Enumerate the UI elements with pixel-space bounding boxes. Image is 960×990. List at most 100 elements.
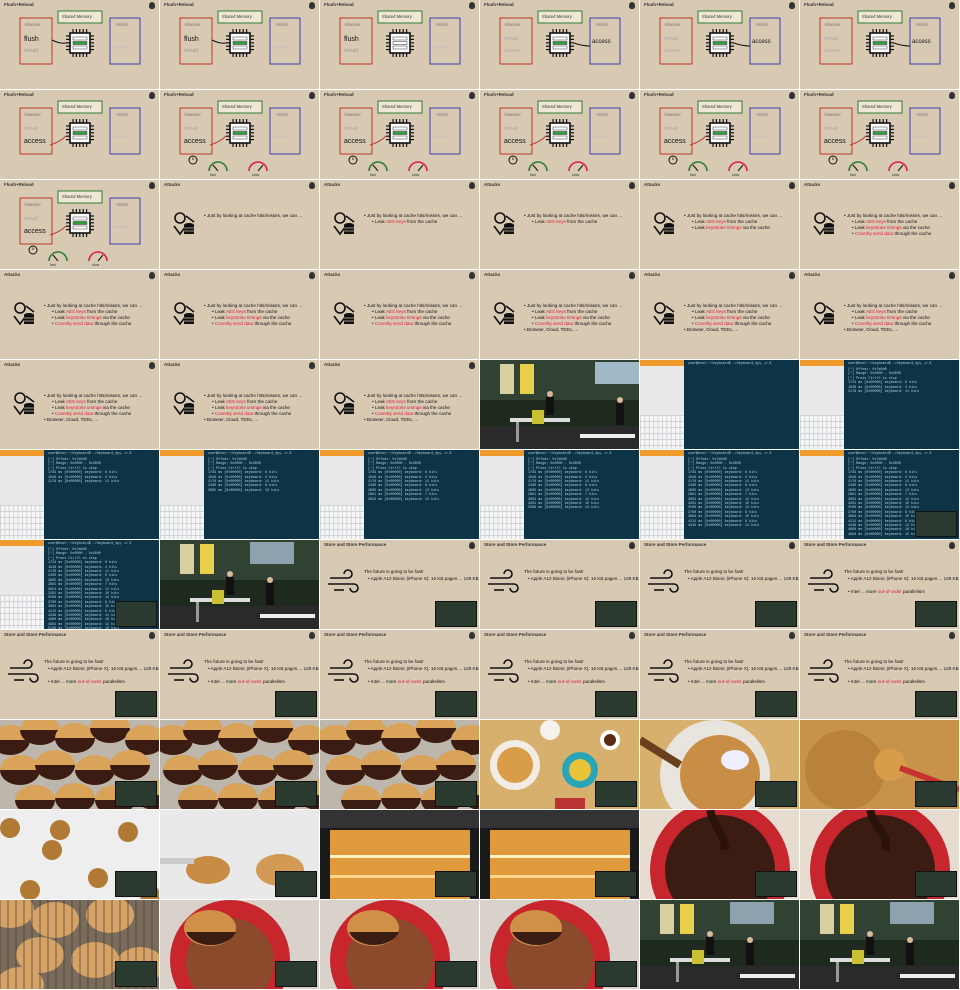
stopwatch-icon xyxy=(668,155,678,165)
logo-icon xyxy=(309,272,315,279)
access: access xyxy=(504,138,526,145)
slide-thumbnail[interactable]: Flush+Reload Shared Memory Attacker Victim f… xyxy=(0,0,159,89)
slide-thumbnail[interactable] xyxy=(160,900,319,989)
slide-thumbnail[interactable]: Attacks • Just by looking at cache hits/m… xyxy=(640,180,799,269)
gauge-fast: fast xyxy=(850,173,856,177)
slide-thumbnail[interactable]: Flush+Reload Shared Memory Attacker Victim r… xyxy=(480,0,639,89)
slide-thumbnail[interactable] xyxy=(800,810,959,899)
slide-thumbnail[interactable]: Flush+Reload Shared Memory Attacker Victim f… xyxy=(320,0,479,89)
slide-thumbnail[interactable]: user@host:~/keyboard$ ./keyboard_spy -n … xyxy=(640,360,799,449)
title-attacks: Attacks xyxy=(324,272,341,277)
slide-thumbnail[interactable] xyxy=(640,720,799,809)
slide-thumbnail[interactable] xyxy=(0,720,159,809)
slide-thumbnail[interactable]: Attacks • Just by looking at cache hits/m… xyxy=(480,270,639,359)
slide-thumbnail[interactable]: Store and Store Performance The future is… xyxy=(320,630,479,719)
stopwatch-icon xyxy=(28,245,38,255)
slide-thumbnail[interactable]: Attacks • Just by looking at cache hits/m… xyxy=(480,180,639,269)
store-intro: The future is going to be fast! xyxy=(844,569,904,574)
phone-keyboard xyxy=(800,505,844,539)
slide-thumbnail[interactable]: Flush+Reload Shared Memory Attacker Victim r… xyxy=(640,90,799,179)
slide-thumbnail[interactable]: user@host:~/keyboard$ ./keyboard_spy -n … xyxy=(800,450,959,539)
shared-memory: Shared Memory xyxy=(862,14,892,19)
slide-thumbnail[interactable]: Flush+Reload Shared Memory Attacker Victim r… xyxy=(0,180,159,269)
slide-thumbnail[interactable] xyxy=(640,900,799,989)
slide-thumbnail[interactable]: Store and Store Performance The future is… xyxy=(480,540,639,629)
access: access xyxy=(504,48,520,54)
slide-thumbnail[interactable] xyxy=(160,810,319,899)
slide-thumbnail[interactable]: Store and Store Performance The future is… xyxy=(0,630,159,719)
slide-thumbnail[interactable]: Attacks • Just by looking at cache hits/m… xyxy=(800,180,959,269)
slide-thumbnail[interactable]: Attacks • Just by looking at cache hits/m… xyxy=(800,270,959,359)
attacks-intro: • Just by looking at cache hits/misses, … xyxy=(204,393,303,398)
attacks-bullet-aes: • Leak AES keys from the cache xyxy=(532,309,598,314)
stage-photo xyxy=(480,360,639,449)
attacker: Attacker xyxy=(344,22,361,27)
slide-thumbnail[interactable]: Flush+Reload Shared Memory Attacker Victim r… xyxy=(800,0,959,89)
slide-thumbnail[interactable]: Flush+Reload Shared Memory Attacker Victim r… xyxy=(480,90,639,179)
slide-thumbnail[interactable] xyxy=(480,900,639,989)
slide-thumbnail[interactable] xyxy=(480,810,639,899)
slide-thumbnail[interactable]: user@host:~/keyboard$ ./keyboard_spy -n … xyxy=(480,450,639,539)
wind-icon xyxy=(488,569,519,593)
slide-thumbnail[interactable]: user@host:~/keyboard$ ./keyboard_spy -n … xyxy=(0,540,159,629)
slide-thumbnail[interactable]: Store and Store Performance The future is… xyxy=(480,630,639,719)
logo-icon xyxy=(629,632,635,639)
attacker: Attacker xyxy=(824,112,841,117)
slide-thumbnail[interactable] xyxy=(800,900,959,989)
gauge-icon xyxy=(568,161,588,172)
attacks-bullet-keystroke: • Leak keystroke timings via the cache xyxy=(692,225,770,230)
gauge-icon xyxy=(248,161,268,172)
slide-thumbnail[interactable]: Attacks • Just by looking at cache hits/m… xyxy=(160,360,319,449)
slide-thumbnail[interactable] xyxy=(480,360,639,449)
slide-thumbnail[interactable]: Flush+Reload Shared Memory Attacker Victim r… xyxy=(320,90,479,179)
slide-thumbnail[interactable] xyxy=(320,900,479,989)
slide-thumbnail[interactable]: Attacks • Just by looking at cache hits/m… xyxy=(160,270,319,359)
slide-thumbnail[interactable]: Attacks • Just by looking at cache hits/m… xyxy=(640,270,799,359)
slide-thumbnail[interactable]: Attacks • Just by looking at cache hits/m… xyxy=(320,360,479,449)
slide-thumbnail[interactable]: user@host:~/keyboard$ ./keyboard_spy -n … xyxy=(160,450,319,539)
attacks-intro: • Just by looking at cache hits/misses, … xyxy=(364,393,463,398)
title-attacks: Attacks xyxy=(484,182,501,187)
slide-thumbnail[interactable]: Flush+Reload Shared Memory Attacker Victim f… xyxy=(160,0,319,89)
logo-icon xyxy=(469,632,475,639)
slide-thumbnail[interactable]: Store and Store Performance The future is… xyxy=(320,540,479,629)
slide-thumbnail[interactable]: Flush+Reload Shared Memory Attacker Victim r… xyxy=(160,90,319,179)
slide-thumbnail[interactable]: user@host:~/keyboard$ ./keyboard_spy -n … xyxy=(320,450,479,539)
logo-icon xyxy=(629,92,635,99)
slide-thumbnail[interactable]: Flush+Reload Shared Memory Attacker Victim r… xyxy=(800,90,959,179)
speaker-video xyxy=(115,871,157,897)
slide-thumbnail[interactable]: Store and Store Performance The future is… xyxy=(800,630,959,719)
slide-thumbnail[interactable] xyxy=(0,810,159,899)
slide-thumbnail[interactable] xyxy=(480,720,639,809)
slide-thumbnail[interactable]: user@host:~/keyboard$ ./keyboard_spy -n … xyxy=(800,360,959,449)
slide-thumbnail[interactable] xyxy=(320,720,479,809)
slide-thumbnail[interactable] xyxy=(800,720,959,809)
slide-thumbnail[interactable] xyxy=(320,810,479,899)
slide-thumbnail[interactable]: Attacks • Just by looking at cache hits/m… xyxy=(160,180,319,269)
slide-thumbnail[interactable]: user@host:~/keyboard$ ./keyboard_spy -n … xyxy=(640,450,799,539)
stopwatch-icon xyxy=(828,155,838,165)
shared-memory: Shared Memory xyxy=(382,104,412,109)
slide-thumbnail[interactable]: Flush+Reload Shared Memory Attacker Victim r… xyxy=(640,0,799,89)
slide-thumbnail[interactable]: Attacks • Just by looking at cache hits/m… xyxy=(0,360,159,449)
chip-icon xyxy=(866,119,894,147)
slide-thumbnail[interactable] xyxy=(0,900,159,989)
logo-icon xyxy=(789,542,795,549)
slide-thumbnail[interactable]: user@host:~/keyboard$ ./keyboard_spy -n … xyxy=(0,450,159,539)
terminal-line: 3054 ms [0x00000] keyboard: 12 hits xyxy=(368,497,440,502)
slide-thumbnail[interactable] xyxy=(160,720,319,809)
slide-thumbnail[interactable]: Attacks • Just by looking at cache hits/m… xyxy=(320,180,479,269)
title-flush: Flush+Reload xyxy=(484,2,514,7)
slide-thumbnail[interactable]: Store and Store Performance The future is… xyxy=(160,630,319,719)
slide-thumbnail[interactable] xyxy=(640,810,799,899)
attacks-bullet-keystroke: • Leak keystroke timings via the cache xyxy=(212,405,290,410)
slide-thumbnail[interactable]: Store and Store Performance The future is… xyxy=(800,540,959,629)
slide-thumbnail[interactable] xyxy=(160,540,319,629)
slide-thumbnail[interactable]: Store and Store Performance The future is… xyxy=(640,540,799,629)
slide-thumbnail[interactable]: Store and Store Performance The future is… xyxy=(640,630,799,719)
access: access xyxy=(114,224,129,229)
slide-thumbnail[interactable]: Flush+Reload Shared Memory Attacker Victim r… xyxy=(0,90,159,179)
store-bullet-apple: • Apple A12 Bionic (iPhone X): 16 KB pag… xyxy=(848,666,959,671)
slide-thumbnail[interactable]: Attacks • Just by looking at cache hits/m… xyxy=(0,270,159,359)
slide-thumbnail[interactable]: Attacks • Just by looking at cache hits/m… xyxy=(320,270,479,359)
